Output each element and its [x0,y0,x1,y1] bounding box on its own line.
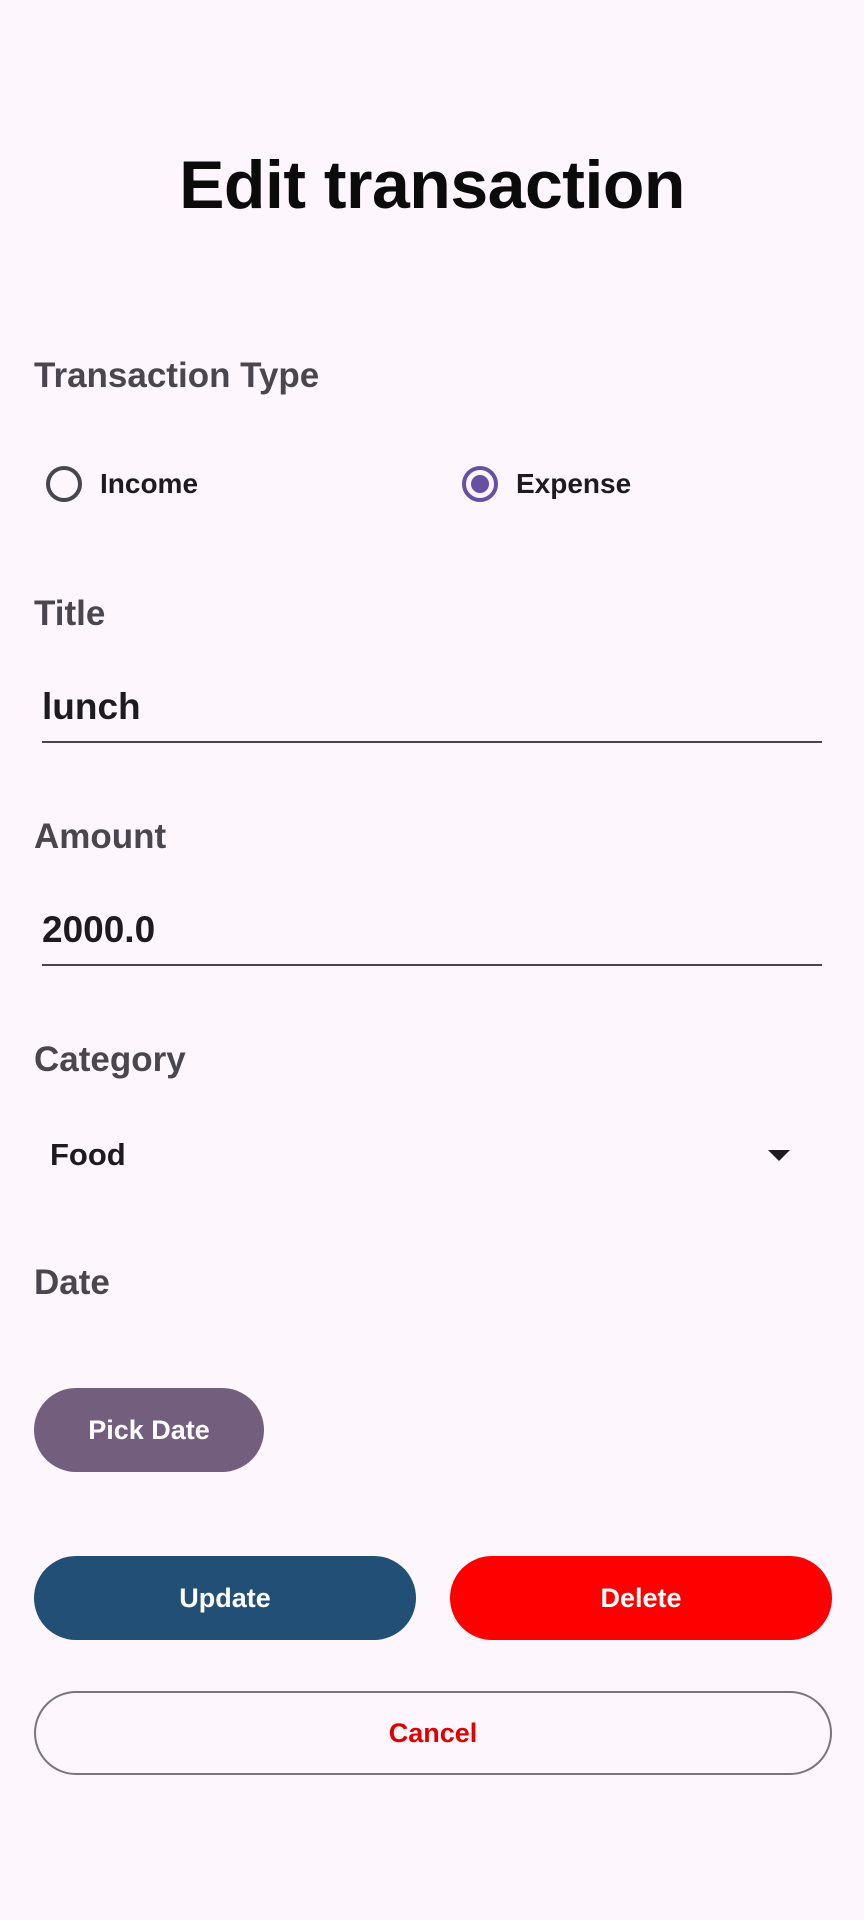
dropdown-arrow-icon [768,1149,790,1161]
expense-radio-option[interactable]: Expense [462,458,631,510]
update-button[interactable]: Update [34,1556,416,1640]
page-title: Edit transaction [179,147,685,223]
date-label: Date [34,1263,110,1302]
income-radio-option[interactable]: Income [46,458,198,510]
category-dropdown[interactable]: Food [34,1120,820,1190]
category-label: Category [34,1040,186,1079]
edit-transaction-screen: Edit transaction Transaction Type Income… [0,0,864,1920]
cancel-button[interactable]: Cancel [34,1691,832,1775]
category-selected-value: Food [50,1137,126,1172]
expense-radio-label: Expense [516,468,632,499]
amount-input[interactable] [42,896,822,966]
expense-radio-button[interactable] [462,466,498,502]
income-radio-button[interactable] [46,466,82,502]
income-radio-label: Income [100,468,199,499]
amount-label: Amount [34,817,167,856]
title-label: Title [34,594,106,633]
pick-date-button[interactable]: Pick Date [34,1388,264,1472]
delete-button[interactable]: Delete [450,1556,832,1640]
title-input[interactable] [42,673,822,743]
transaction-type-label: Transaction Type [34,356,320,395]
